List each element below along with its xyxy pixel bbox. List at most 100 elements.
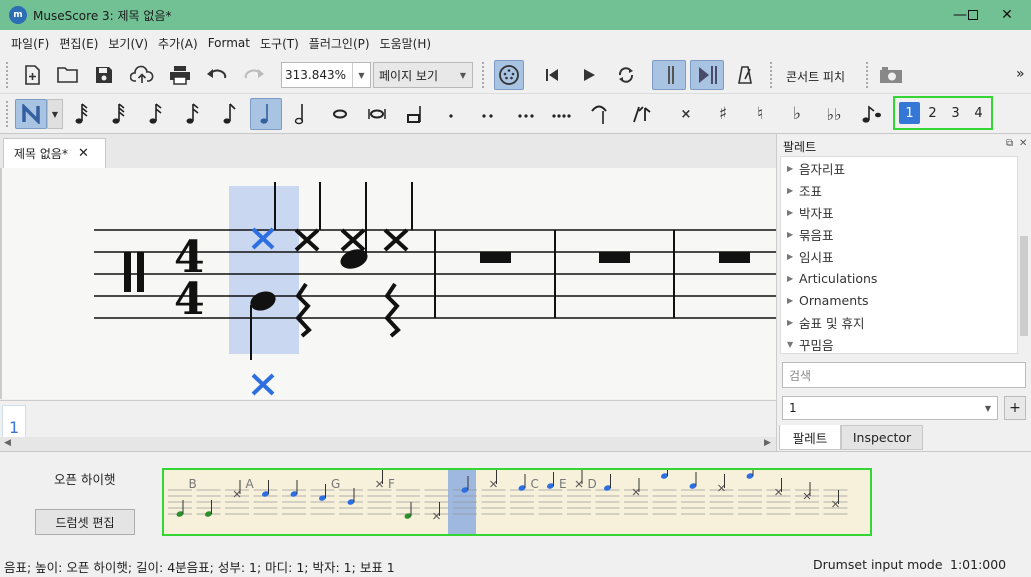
32nd-note-icon[interactable] [105,100,133,128]
palette-item-clefs[interactable]: ▶ 음자리표 [781,157,1017,179]
drum-cell[interactable] [624,478,648,515]
loop-in-icon[interactable] [652,60,686,90]
menu-add[interactable]: 추가(A) [153,35,203,52]
midi-input-icon[interactable] [494,60,524,90]
quarter-note-icon[interactable] [250,98,282,130]
palette-item-breaths-pauses[interactable]: ▶ 숨표 및 휴지 [781,311,1017,333]
score-navigator[interactable]: 1 [0,400,776,438]
voice-2-button[interactable]: 2 [922,102,943,124]
toolbar-grip[interactable] [6,101,10,127]
drum-cell[interactable] [652,470,677,515]
double-flat-icon[interactable]: ♭♭ [820,100,848,128]
close-panel-icon[interactable]: ✕ [1019,138,1027,149]
drum-cell[interactable] [253,480,278,515]
rewind-icon[interactable] [538,61,566,89]
concert-pitch-button[interactable]: 콘서트 피치 [786,68,845,85]
toolbar-grip[interactable] [770,62,774,88]
score-canvas[interactable]: 4 4 [0,168,776,399]
half-note-icon[interactable] [287,100,315,128]
breve-icon[interactable] [363,100,391,128]
augmentation-dot-icon[interactable] [437,100,465,128]
chevron-down-icon[interactable]: ▼ [352,63,370,87]
menu-plugins[interactable]: 플러그인(P) [304,35,375,52]
edit-drumset-button[interactable]: 드럼셋 편집 [35,509,135,535]
palette-item-articulations[interactable]: ▶ Articulations [781,267,1017,289]
add-workspace-button[interactable]: + [1004,396,1026,420]
drum-cell[interactable] [795,482,819,515]
metronome-icon[interactable] [731,61,759,89]
palette-scrollbar[interactable] [1018,156,1030,354]
drum-cell[interactable] [823,489,848,515]
drum-cell[interactable] [481,470,506,515]
cloud-upload-icon[interactable] [128,61,156,89]
drum-cell[interactable] [424,489,449,520]
tab-palette[interactable]: 팔레트 [779,425,841,450]
natural-icon[interactable]: ♮ [746,100,774,128]
drum-cell[interactable] [396,489,420,520]
drum-cell[interactable] [709,474,734,515]
palette-search-input[interactable]: 검색 [782,362,1026,388]
drum-cell[interactable] [168,489,192,518]
navigator-page-thumbnail[interactable]: 1 [2,405,26,438]
metronome-play-icon[interactable] [690,60,724,90]
open-folder-icon[interactable] [54,61,82,89]
undock-icon[interactable]: ⧉ [1006,138,1013,149]
toolbar-overflow-icon[interactable]: » [1016,66,1025,82]
voice-3-button[interactable]: 3 [945,102,966,124]
note-input-mode-icon[interactable] [15,99,47,129]
tab-inspector[interactable]: Inspector [841,425,923,450]
longa-icon[interactable] [400,100,428,128]
drum-cell[interactable] [282,480,306,515]
close-icon[interactable]: ✕ [984,0,1030,30]
redo-icon[interactable] [240,61,268,89]
drum-cell[interactable] [595,474,620,515]
palette-item-time-signatures[interactable]: ▶ 박자표 [781,201,1017,223]
quadruple-dot-icon[interactable] [548,100,576,128]
16th-note-icon[interactable] [142,100,170,128]
flat-icon[interactable]: ♭ [783,100,811,128]
menu-file[interactable]: 파일(F) [6,35,54,52]
zoom-combobox[interactable]: 313.843% ▼ [281,62,371,88]
rest-voice-icon[interactable] [628,100,656,128]
drum-palette-strip[interactable]: BAGFCED [162,468,872,536]
scroll-left-icon[interactable]: ◀ [4,438,11,448]
score-tab[interactable]: 제목 없음* ✕ [3,138,106,168]
drum-cell[interactable] [681,472,705,515]
print-icon[interactable] [166,61,194,89]
loop-icon[interactable] [612,61,640,89]
voice-4-button[interactable]: 4 [968,102,989,124]
palette-item-key-signatures[interactable]: ▶ 조표 [781,179,1017,201]
horizontal-scrollbar[interactable]: ◀ ▶ [0,437,776,451]
drum-cell[interactable] [196,489,221,518]
play-icon[interactable] [575,61,603,89]
palette-item-brackets[interactable]: ▶ 묶음표 [781,223,1017,245]
menu-tools[interactable]: 도구(T) [255,35,304,52]
eighth-note-icon[interactable] [216,100,244,128]
palette-item-accidentals[interactable]: ▶ 임시표 [781,245,1017,267]
palette-item-grace-notes[interactable]: ▼ 꾸밈음 [781,333,1017,353]
drum-cell[interactable] [738,470,762,515]
voice-1-button[interactable]: 1 [899,102,920,124]
undo-icon[interactable] [203,61,231,89]
triple-dot-icon[interactable] [512,100,540,128]
toolbar-grip[interactable] [866,62,870,88]
maximize-button[interactable] [939,0,985,30]
menu-edit[interactable]: 편집(E) [54,35,103,52]
toolbar-grip[interactable] [6,62,10,88]
view-mode-select[interactable]: 페이지 보기 ▼ [373,62,473,88]
double-dot-icon[interactable] [474,100,502,128]
palette-workspace-select[interactable]: 1 ▼ [782,396,998,420]
palette-item-ornaments[interactable]: ▶ Ornaments [781,289,1017,311]
save-icon[interactable] [90,61,118,89]
16th-note-alt-icon[interactable] [179,100,207,128]
close-tab-icon[interactable]: ✕ [78,146,89,161]
menu-help[interactable]: 도움말(H) [375,35,437,52]
menu-view[interactable]: 보기(V) [103,35,153,52]
camera-icon[interactable] [877,61,905,89]
toolbar-grip[interactable] [482,62,486,88]
scrollbar-thumb[interactable] [1020,236,1028,336]
new-file-icon[interactable] [18,61,46,89]
scroll-right-icon[interactable]: ▶ [764,438,771,448]
menu-format[interactable]: Format [203,36,255,50]
whole-note-icon[interactable] [326,100,354,128]
